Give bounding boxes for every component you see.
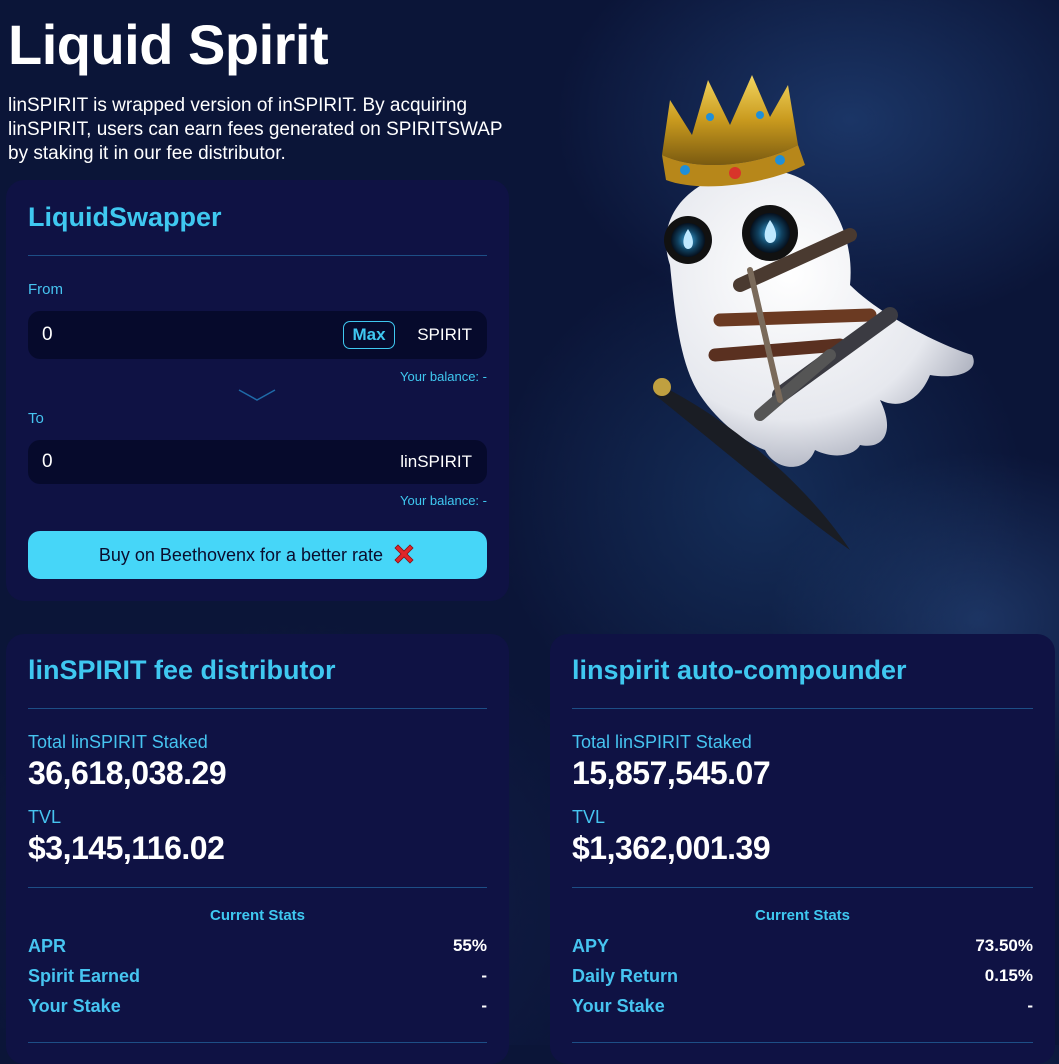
stat-label: Daily Return bbox=[572, 966, 679, 986]
total-staked-value: 15,857,545.07 bbox=[572, 755, 771, 791]
stat-row-spirit-earned: Spirit Earned - bbox=[28, 966, 487, 988]
page-title: Liquid Spirit bbox=[8, 13, 329, 76]
to-amount-input[interactable] bbox=[42, 449, 282, 475]
swapper-title: LiquidSwapper bbox=[28, 202, 222, 232]
to-token-label: linSPIRIT bbox=[400, 452, 472, 471]
page-description: linSPIRIT is wrapped version of inSPIRIT… bbox=[8, 95, 503, 164]
from-label: From bbox=[28, 281, 63, 298]
stat-value: - bbox=[481, 966, 487, 985]
to-balance: Your balance: - bbox=[400, 493, 487, 508]
stat-label: Your Stake bbox=[572, 996, 665, 1016]
liquid-swapper-card: LiquidSwapper From Max SPIRIT Your balan… bbox=[6, 180, 509, 601]
auto-compounder-card: linspirit auto-compounder Total linSPIRI… bbox=[550, 634, 1055, 1064]
tvl-label: TVL bbox=[572, 807, 606, 827]
from-input-row: Max SPIRIT bbox=[28, 311, 487, 359]
cross-mark-icon bbox=[394, 544, 414, 564]
stat-row-your-stake: Your Stake - bbox=[572, 996, 1033, 1018]
fee-distributor-card: linSPIRIT fee distributor Total linSPIRI… bbox=[6, 634, 509, 1064]
from-balance: Your balance: - bbox=[400, 369, 487, 384]
total-staked-label: Total linSPIRIT Staked bbox=[28, 732, 208, 752]
current-stats-heading: Current Stats bbox=[209, 907, 306, 924]
buy-button-label: Buy on Beethovenx for a better rate bbox=[98, 545, 384, 565]
ghost-king-mascot-image bbox=[653, 75, 974, 550]
bottom-divider bbox=[572, 1042, 1033, 1043]
stats-divider bbox=[572, 887, 1033, 888]
total-staked-value: 36,618,038.29 bbox=[28, 755, 227, 791]
fee-distributor-title: linSPIRIT fee distributor bbox=[28, 655, 336, 685]
from-amount-input[interactable] bbox=[42, 322, 282, 348]
tvl-value: $3,145,116.02 bbox=[28, 830, 225, 866]
swapper-divider bbox=[28, 255, 487, 256]
current-stats-heading: Current Stats bbox=[754, 907, 851, 924]
auto-compounder-divider bbox=[572, 708, 1033, 709]
stat-label: APY bbox=[572, 936, 610, 956]
stat-value: 0.15% bbox=[984, 966, 1033, 985]
to-label: To bbox=[28, 410, 44, 427]
total-staked-label: Total linSPIRIT Staked bbox=[572, 732, 752, 752]
chevron-down-icon bbox=[238, 389, 276, 401]
fee-distributor-divider bbox=[28, 708, 487, 709]
stat-row-daily-return: Daily Return 0.15% bbox=[572, 966, 1033, 988]
stat-row-your-stake: Your Stake - bbox=[28, 996, 487, 1018]
stat-label: Your Stake bbox=[28, 996, 121, 1016]
stat-label: Spirit Earned bbox=[28, 966, 141, 986]
stat-value: 55% bbox=[452, 936, 487, 955]
tvl-value: $1,362,001.39 bbox=[572, 830, 771, 866]
stat-row-apy: APY 73.50% bbox=[572, 936, 1033, 958]
stat-value: - bbox=[1027, 996, 1033, 1015]
to-input-row: linSPIRIT bbox=[28, 440, 487, 484]
tvl-label: TVL bbox=[28, 807, 62, 827]
buy-on-beethovenx-button[interactable]: Buy on Beethovenx for a better rate bbox=[28, 531, 487, 579]
stat-label: APR bbox=[28, 936, 67, 956]
max-button[interactable]: Max bbox=[343, 321, 395, 349]
stat-value: - bbox=[481, 996, 487, 1015]
bottom-divider bbox=[28, 1042, 487, 1043]
stats-divider bbox=[28, 887, 487, 888]
stat-row-apr: APR 55% bbox=[28, 936, 487, 958]
stat-value: 73.50% bbox=[975, 936, 1033, 955]
from-token-label: SPIRIT bbox=[417, 325, 472, 344]
auto-compounder-title: linspirit auto-compounder bbox=[572, 655, 907, 685]
